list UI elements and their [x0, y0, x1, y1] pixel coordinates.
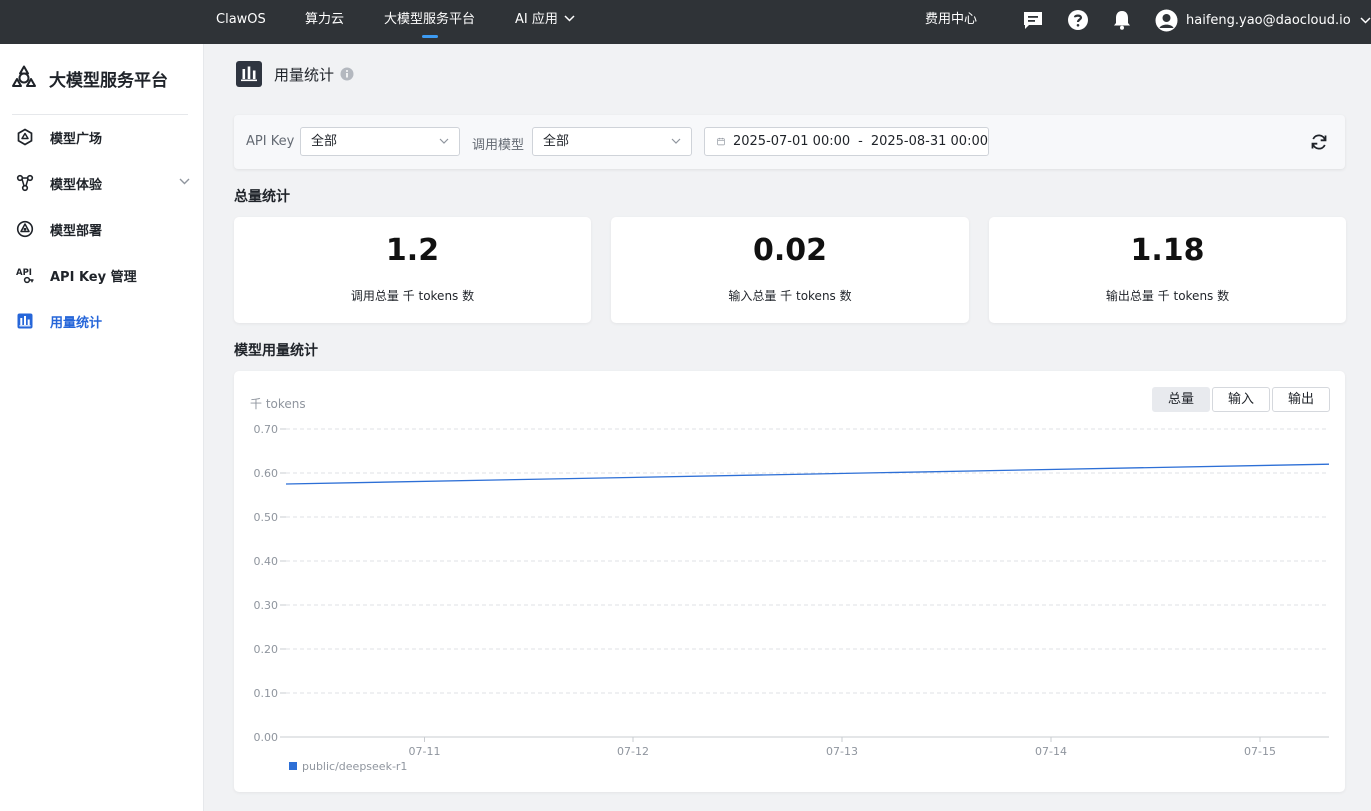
stat-value: 1.2 [385, 233, 440, 268]
topnav-label: AI 应用 [515, 12, 558, 27]
topnav-label: 算力云 [305, 12, 345, 27]
topnav-ai-apps[interactable]: AI 应用 [515, 0, 575, 44]
total-stats-title: 总量统计 [234, 189, 290, 205]
sidebar-item-model-deploy[interactable]: 模型部署 [0, 209, 204, 249]
sidebar-item-label: 模型体验 [50, 177, 103, 193]
y-tick-label: 0.10 [254, 687, 279, 700]
x-tick-label: 07-13 [826, 745, 858, 758]
model-experience-icon [16, 174, 34, 192]
metric-toggle: 总量 输入 输出 [1152, 387, 1332, 412]
page-title: 用量统计 [274, 65, 335, 84]
sidebar-item-usage-stats[interactable]: 用量统计 [0, 301, 204, 341]
billing-label: 费用中心 [925, 12, 978, 27]
api-key-select[interactable]: 全部 [300, 127, 460, 156]
y-tick-label: 0.50 [254, 511, 279, 524]
hexagon-icon [17, 128, 33, 146]
tab-input[interactable]: 输入 [1212, 387, 1270, 412]
stat-caption: 调用总量 千 tokens 数 [350, 289, 475, 303]
page-header: 用量统计 [236, 61, 354, 87]
platform-logo-icon [12, 65, 36, 87]
x-tick-label: 07-12 [617, 745, 649, 758]
y-tick-label: 0.20 [254, 643, 279, 656]
y-axis-label: 千 tokens [250, 397, 306, 411]
stat-value: 0.02 [752, 233, 828, 268]
info-icon[interactable] [340, 67, 354, 81]
api-key-select-value: 全部 [311, 134, 338, 149]
y-tick-label: 0.30 [254, 599, 279, 612]
user-email: haifeng.yao@daocloud.io [1186, 12, 1351, 28]
topnav-label: 大模型服务平台 [384, 12, 476, 27]
topnav-compute-cloud[interactable]: 算力云 [305, 0, 344, 44]
bar-chart-icon [17, 313, 33, 329]
model-filter-label: 调用模型 [472, 138, 525, 153]
sidebar: 大模型服务平台 模型广场 模型体验 模型部署 API API Key 管理 用量… [0, 44, 204, 811]
tab-total[interactable]: 总量 [1152, 387, 1210, 412]
date-range-separator: - [858, 134, 863, 149]
x-tick-label: 07-15 [1244, 745, 1276, 758]
stat-card-input: 0.02 输入总量 千 tokens 数 [611, 217, 969, 323]
usage-line-chart: 千 tokens 0.00 0.10 0.20 0.30 0.40 0.50 0.60 0.70… [250, 397, 1330, 773]
topnav-llm-platform[interactable]: 大模型服务平台 [384, 0, 475, 44]
y-tick-label: 0.70 [254, 423, 279, 436]
stat-card-output: 1.18 输出总量 千 tokens 数 [989, 217, 1346, 323]
help-icon[interactable] [1067, 9, 1089, 31]
chevron-down-icon [1360, 16, 1371, 24]
api-key-filter-label: API Key [246, 134, 295, 149]
sidebar-item-label: 用量统计 [50, 315, 103, 331]
user-menu[interactable]: haifeng.yao@daocloud.io [1155, 0, 1371, 40]
chevron-down-icon [671, 138, 681, 144]
sidebar-brand[interactable]: 大模型服务平台 [10, 64, 168, 92]
bell-icon[interactable] [1111, 9, 1133, 31]
topnav-label: ClawOS [216, 12, 266, 27]
refresh-icon[interactable] [1309, 132, 1329, 152]
date-range-end: 2025-08-31 00:00 [870, 134, 988, 149]
date-range-start: 2025-07-01 00:00 [732, 134, 851, 149]
tab-output[interactable]: 输出 [1272, 387, 1330, 412]
model-select[interactable]: 全部 [532, 127, 692, 156]
stat-value: 1.18 [1130, 233, 1205, 268]
sidebar-item-model-square[interactable]: 模型广场 [0, 117, 204, 157]
calendar-icon [717, 137, 725, 146]
sidebar-item-model-experience[interactable]: 模型体验 [0, 163, 204, 203]
y-tick-label: 0.00 [254, 731, 279, 744]
svg-text:API: API [16, 268, 32, 278]
api-key-icon: API [16, 268, 34, 284]
date-range-picker[interactable]: 2025-07-01 00:00 - 2025-08-31 00:00 [704, 127, 989, 156]
x-tick-label: 07-14 [1035, 745, 1067, 758]
topnav-clawos[interactable]: ClawOS [216, 0, 266, 44]
model-select-value: 全部 [543, 134, 570, 149]
chevron-down-icon [179, 178, 190, 185]
filter-bar: API Key 全部 调用模型 全部 2025-07-01 00:00 - 20… [234, 115, 1345, 169]
legend-swatch [289, 762, 297, 770]
billing-center-link[interactable]: 费用中心 [925, 0, 977, 44]
top-bar: ClawOS 算力云 大模型服务平台 AI 应用 费用中心 haifeng.ya… [0, 0, 1371, 44]
stat-card-total: 1.2 调用总量 千 tokens 数 [234, 217, 591, 323]
sidebar-item-label: 模型部署 [50, 223, 103, 239]
usage-chart-card: 千 tokens 0.00 0.10 0.20 0.30 0.40 0.50 0.60 0.70… [234, 371, 1345, 792]
user-avatar-icon [1155, 9, 1178, 31]
bar-chart-icon [236, 61, 262, 87]
stat-caption: 输出总量 千 tokens 数 [1105, 289, 1230, 303]
chevron-down-icon [564, 14, 575, 22]
legend-label: public/deepseek-r1 [302, 760, 407, 773]
model-usage-title: 模型用量统计 [234, 343, 318, 359]
deploy-icon [16, 220, 34, 238]
sidebar-brand-title: 大模型服务平台 [49, 70, 168, 91]
sidebar-item-label: 模型广场 [50, 131, 103, 147]
series-line [285, 463, 1330, 485]
x-tick-label: 07-11 [409, 745, 441, 758]
sidebar-divider [12, 114, 188, 115]
stat-caption: 输入总量 千 tokens 数 [728, 289, 852, 303]
chevron-down-icon [439, 138, 449, 144]
sidebar-item-label: API Key 管理 [50, 269, 137, 285]
y-tick-label: 0.40 [254, 555, 279, 568]
y-tick-label: 0.60 [254, 467, 279, 480]
message-icon[interactable] [1022, 9, 1044, 31]
sidebar-item-api-key[interactable]: API API Key 管理 [0, 255, 204, 295]
